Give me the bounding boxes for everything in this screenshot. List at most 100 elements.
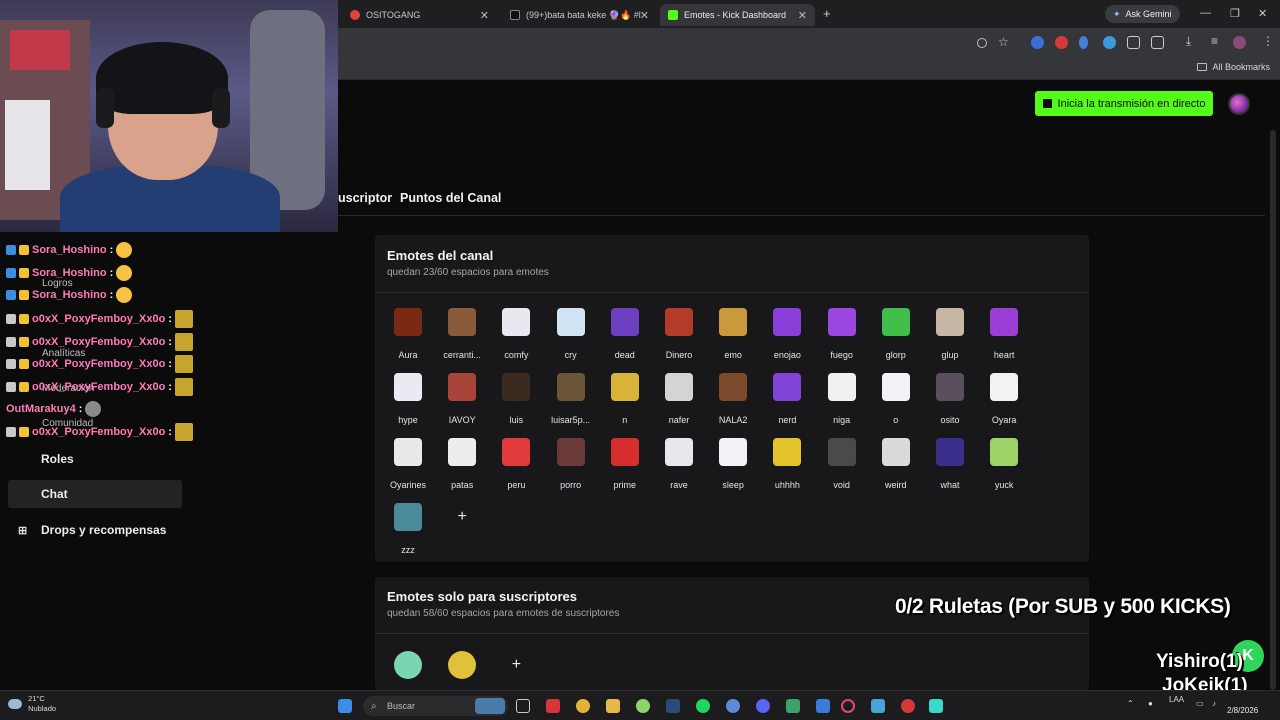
emote-item[interactable]: luis bbox=[491, 373, 541, 433]
emote-item[interactable]: niga bbox=[817, 373, 867, 433]
restore-icon[interactable]: ❐ bbox=[1230, 7, 1240, 20]
clock[interactable]: 2/8/2026 bbox=[1227, 694, 1258, 716]
opera-icon[interactable] bbox=[841, 699, 855, 713]
emote-item[interactable]: luisar5p... bbox=[546, 373, 596, 433]
app-icon[interactable] bbox=[816, 699, 830, 713]
emote-item[interactable]: IAVOY bbox=[437, 373, 487, 433]
menu-kebab-icon[interactable]: ⋮ bbox=[1262, 34, 1274, 48]
emote-item[interactable]: sleep bbox=[708, 438, 758, 498]
emote-item[interactable]: rave bbox=[654, 438, 704, 498]
emote-item[interactable]: peru bbox=[491, 438, 541, 498]
bookmark-star-icon[interactable]: ☆ bbox=[998, 35, 1009, 49]
emote-item[interactable]: n bbox=[600, 373, 650, 433]
scrollbar[interactable] bbox=[1270, 130, 1276, 690]
screenshot-icon[interactable] bbox=[1127, 36, 1140, 49]
chat-username[interactable]: Sora_Hoshino bbox=[32, 289, 107, 301]
emote-item[interactable]: dead bbox=[600, 308, 650, 368]
chat-username[interactable]: Sora_Hoshino bbox=[32, 244, 107, 256]
emote-item[interactable]: cry bbox=[546, 308, 596, 368]
sidebar-item-chat[interactable]: Chat bbox=[8, 480, 182, 508]
sidebar-item-drops[interactable]: ⊞ Drops y recompensas bbox=[8, 516, 182, 544]
chat-username[interactable]: o0xX_PoxyFemboy_Xx0o bbox=[32, 358, 165, 370]
tray-chevron-icon[interactable]: ⌃ bbox=[1127, 699, 1134, 708]
minimize-icon[interactable]: — bbox=[1200, 7, 1211, 19]
emote-item[interactable]: Oyara bbox=[979, 373, 1029, 433]
task-view-icon[interactable] bbox=[516, 699, 530, 713]
app-icon[interactable] bbox=[901, 699, 915, 713]
tab-suscriptor[interactable]: uscriptor bbox=[338, 191, 392, 205]
discord-icon[interactable] bbox=[756, 699, 770, 713]
all-bookmarks-button[interactable]: All Bookmarks bbox=[1197, 62, 1270, 72]
zoom-icon[interactable] bbox=[977, 38, 987, 48]
go-live-button[interactable]: Inicia la transmisión en directo bbox=[1035, 91, 1213, 116]
close-icon[interactable]: ✕ bbox=[798, 9, 807, 22]
app-icon[interactable] bbox=[871, 699, 885, 713]
app-icon[interactable] bbox=[786, 699, 800, 713]
volume-icon[interactable]: ♪ bbox=[1212, 699, 1216, 708]
network-icon[interactable]: ▭ bbox=[1196, 699, 1204, 708]
extension-icon[interactable] bbox=[1055, 36, 1068, 49]
close-icon[interactable]: ✕ bbox=[640, 9, 649, 22]
emote-item[interactable]: weird bbox=[871, 438, 921, 498]
chat-username[interactable]: OutMarakuy4 bbox=[6, 403, 76, 415]
extension-icon[interactable] bbox=[1079, 36, 1088, 49]
emote-item[interactable]: zzz bbox=[383, 503, 433, 563]
emote-item[interactable]: patas bbox=[437, 438, 487, 498]
app-icon[interactable] bbox=[929, 699, 943, 713]
emote-item[interactable]: Dinero bbox=[654, 308, 704, 368]
emote-item[interactable]: uhhhh bbox=[762, 438, 812, 498]
emote-item[interactable]: comfy bbox=[491, 308, 541, 368]
chrome-icon[interactable] bbox=[576, 699, 590, 713]
weather-widget[interactable]: 21°C Nublado bbox=[8, 694, 56, 714]
close-icon[interactable]: ✕ bbox=[480, 9, 489, 22]
extensions-puzzle-icon[interactable] bbox=[1151, 36, 1164, 49]
new-tab-button[interactable]: + bbox=[823, 6, 831, 21]
emote-item[interactable]: fuego bbox=[817, 308, 867, 368]
app-icon[interactable] bbox=[546, 699, 560, 713]
emote-item[interactable]: cerranti... bbox=[437, 308, 487, 368]
chat-username[interactable]: o0xX_PoxyFemboy_Xx0o bbox=[32, 381, 165, 393]
emote-item[interactable]: enojao bbox=[762, 308, 812, 368]
emote-item[interactable]: NALA2 bbox=[708, 373, 758, 433]
tab-ositogang[interactable]: OSITOGANG ✕ bbox=[342, 4, 497, 26]
close-window-icon[interactable]: ✕ bbox=[1258, 7, 1267, 20]
windows-start-icon[interactable] bbox=[338, 699, 352, 713]
sidebar-item-roles[interactable]: Roles bbox=[8, 445, 182, 473]
file-explorer-icon[interactable] bbox=[606, 699, 620, 713]
emote-item[interactable]: nerd bbox=[762, 373, 812, 433]
tab-tiktok[interactable]: (99+)bata bata keke 🔮🔥 #la ✕ bbox=[502, 4, 657, 26]
add-emote-button[interactable]: + bbox=[448, 503, 476, 531]
emote-item[interactable]: glorp bbox=[871, 308, 921, 368]
profile-avatar[interactable] bbox=[1233, 36, 1246, 49]
emote-item[interactable]: heart bbox=[979, 308, 1029, 368]
app-icon[interactable] bbox=[726, 699, 740, 713]
emote-item[interactable]: prime bbox=[600, 438, 650, 498]
emote-item[interactable]: Oyarines bbox=[383, 438, 433, 498]
emote-item[interactable]: yuck bbox=[979, 438, 1029, 498]
emote-item[interactable]: hype bbox=[383, 373, 433, 433]
emote-item[interactable]: Aura bbox=[383, 308, 433, 368]
extension-icon[interactable] bbox=[1103, 36, 1116, 49]
ask-gemini-button[interactable]: ✦ Ask Gemini bbox=[1105, 5, 1180, 23]
add-emote-button[interactable]: + bbox=[502, 651, 530, 679]
emote-item[interactable]: glup bbox=[925, 308, 975, 368]
chat-username[interactable]: Sora_Hoshino bbox=[32, 267, 107, 279]
emote-item[interactable]: nafer bbox=[654, 373, 704, 433]
steam-icon[interactable] bbox=[666, 699, 680, 713]
chat-username[interactable]: o0xX_PoxyFemboy_Xx0o bbox=[32, 313, 165, 325]
spotify-icon[interactable] bbox=[696, 699, 710, 713]
mic-icon[interactable]: ● bbox=[1148, 699, 1153, 708]
extension-icon[interactable] bbox=[1031, 36, 1044, 49]
lang-indicator[interactable]: LAA bbox=[1169, 695, 1184, 705]
download-icon[interactable]: ⤓ bbox=[1186, 34, 1191, 49]
chat-username[interactable]: o0xX_PoxyFemboy_Xx0o bbox=[32, 426, 165, 438]
emote-item[interactable]: what bbox=[925, 438, 975, 498]
tab-puntos-del-canal[interactable]: Puntos del Canal bbox=[400, 191, 501, 205]
emote-item[interactable]: emo bbox=[708, 308, 758, 368]
tab-search-icon[interactable]: ≡ bbox=[1211, 34, 1218, 48]
emote-item[interactable]: porro bbox=[546, 438, 596, 498]
emote-item[interactable]: o bbox=[871, 373, 921, 433]
app-icon[interactable] bbox=[636, 699, 650, 713]
emote-item[interactable]: osito bbox=[925, 373, 975, 433]
user-avatar[interactable] bbox=[1228, 93, 1250, 115]
